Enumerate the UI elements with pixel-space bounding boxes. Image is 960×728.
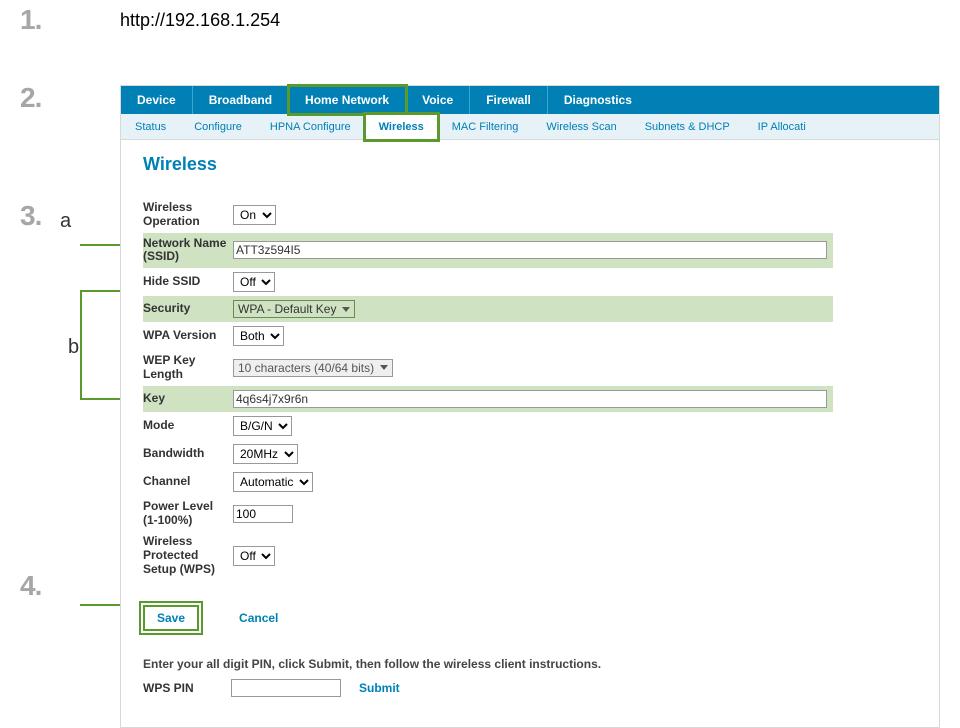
subtab-subnets[interactable]: Subnets & DHCP bbox=[631, 114, 744, 140]
label-mode: Mode bbox=[143, 412, 233, 440]
wireless-form: Wireless Operation On Network Name (SSID… bbox=[143, 197, 833, 581]
select-op[interactable]: On bbox=[233, 205, 276, 225]
select-channel[interactable]: Automatic bbox=[233, 472, 313, 492]
input-power[interactable] bbox=[233, 505, 293, 523]
label-wep: WEP Key Length bbox=[143, 350, 233, 386]
subtab-hpna[interactable]: HPNA Configure bbox=[256, 114, 365, 140]
pin-instructions: Enter your all digit PIN, click Submit, … bbox=[143, 657, 917, 671]
select-wep[interactable]: 10 characters (40/64 bits) bbox=[233, 359, 393, 377]
save-button[interactable]: Save bbox=[143, 605, 199, 631]
step-b: b bbox=[68, 336, 79, 359]
bracket-b-vert bbox=[80, 290, 82, 400]
url-text: http://192.168.1.254 bbox=[120, 10, 280, 31]
label-wpav: WPA Version bbox=[143, 322, 233, 350]
label-channel: Channel bbox=[143, 468, 233, 496]
subtab-wireless[interactable]: Wireless bbox=[365, 114, 438, 140]
label-wps-pin: WPS PIN bbox=[143, 681, 213, 695]
label-wps: Wireless Protected Setup (WPS) bbox=[143, 531, 233, 580]
step-3: 3. bbox=[20, 200, 41, 232]
tab-firewall[interactable]: Firewall bbox=[470, 86, 548, 114]
router-panel: Device Broadband Home Network Voice Fire… bbox=[120, 85, 940, 728]
label-bw: Bandwidth bbox=[143, 440, 233, 468]
label-op: Wireless Operation bbox=[143, 197, 233, 233]
subtab-ipalloc[interactable]: IP Allocati bbox=[744, 114, 820, 140]
subtab-status[interactable]: Status bbox=[121, 114, 180, 140]
tab-diagnostics[interactable]: Diagnostics bbox=[548, 86, 648, 114]
select-hide[interactable]: Off bbox=[233, 272, 275, 292]
tab-home-network[interactable]: Home Network bbox=[289, 86, 406, 114]
label-hide: Hide SSID bbox=[143, 268, 233, 296]
page-title: Wireless bbox=[143, 154, 917, 175]
input-wps-pin[interactable] bbox=[231, 679, 341, 697]
label-power: Power Level (1-100%) bbox=[143, 496, 233, 532]
select-security[interactable]: WPA - Default Key bbox=[233, 300, 355, 318]
subtab-configure[interactable]: Configure bbox=[180, 114, 256, 140]
chevron-down-icon bbox=[380, 365, 388, 370]
content-area: Wireless Wireless Operation On Network N… bbox=[121, 140, 939, 727]
step-a: a bbox=[60, 210, 71, 233]
sub-tabs: Status Configure HPNA Configure Wireless… bbox=[121, 114, 939, 140]
select-mode[interactable]: B/G/N bbox=[233, 416, 292, 436]
tab-voice[interactable]: Voice bbox=[406, 86, 470, 114]
label-key: Key bbox=[143, 386, 233, 412]
tab-device[interactable]: Device bbox=[121, 86, 193, 114]
chevron-down-icon bbox=[342, 307, 350, 312]
subtab-wscan[interactable]: Wireless Scan bbox=[532, 114, 630, 140]
step-2: 2. bbox=[20, 82, 41, 114]
input-key[interactable] bbox=[233, 390, 827, 408]
step-4: 4. bbox=[20, 570, 41, 602]
select-bw[interactable]: 20MHz bbox=[233, 444, 298, 464]
main-tabs: Device Broadband Home Network Voice Fire… bbox=[121, 86, 939, 114]
select-wpav[interactable]: Both bbox=[233, 326, 284, 346]
cancel-link[interactable]: Cancel bbox=[239, 611, 278, 625]
label-security: Security bbox=[143, 296, 233, 322]
subtab-macfilter[interactable]: MAC Filtering bbox=[438, 114, 533, 140]
tab-broadband[interactable]: Broadband bbox=[193, 86, 289, 114]
input-ssid[interactable] bbox=[233, 241, 827, 259]
submit-link[interactable]: Submit bbox=[359, 681, 400, 695]
label-ssid: Network Name (SSID) bbox=[143, 233, 233, 269]
step-1: 1. bbox=[20, 4, 41, 36]
select-wps[interactable]: Off bbox=[233, 546, 275, 566]
